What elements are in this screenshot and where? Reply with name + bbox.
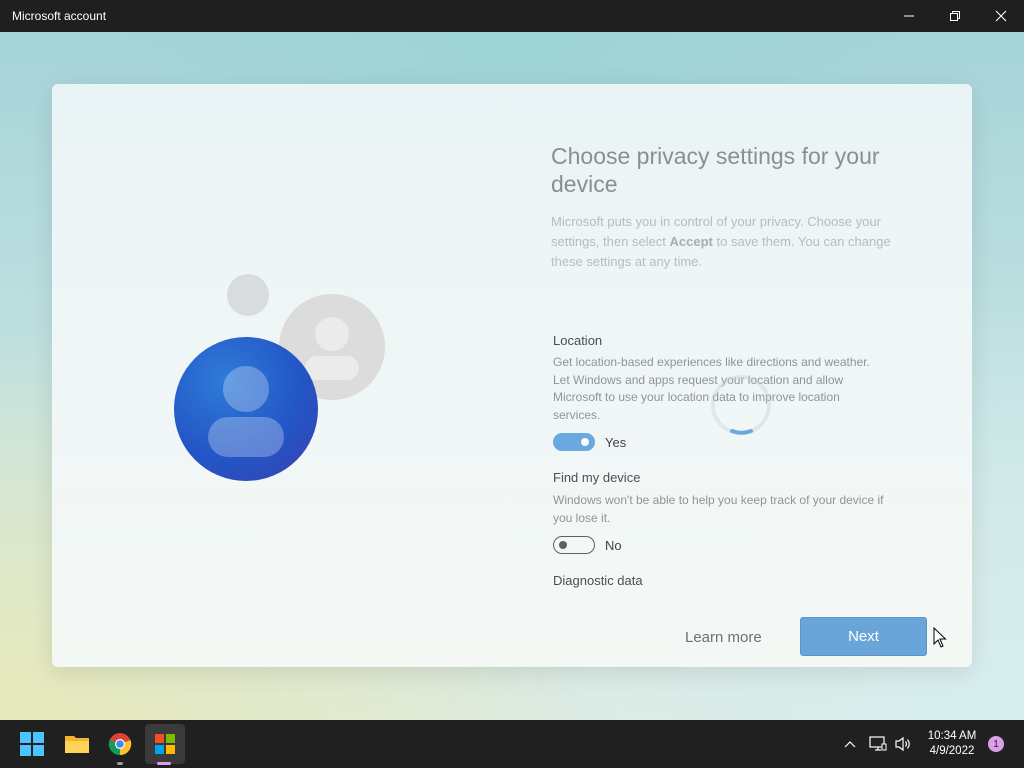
window-titlebar: Microsoft account xyxy=(0,0,1024,32)
toggle-knob xyxy=(559,540,567,549)
location-title: Location xyxy=(553,333,603,348)
microsoft-store-icon xyxy=(155,734,175,754)
location-toggle-label: Yes xyxy=(605,435,627,450)
blue-person-avatar xyxy=(174,337,318,481)
clock-time: 10:34 AM xyxy=(927,730,977,742)
page-title: Choose privacy settings for your device xyxy=(551,143,880,197)
learn-more-button[interactable]: Learn more xyxy=(685,629,762,646)
account-illustration xyxy=(172,272,392,492)
network-button[interactable] xyxy=(864,728,892,760)
volume-icon xyxy=(895,736,910,752)
find-my-device-description: Windows won't be able to help you keep t… xyxy=(553,493,884,525)
volume-button[interactable] xyxy=(890,728,916,760)
loading-spinner-icon xyxy=(711,375,771,435)
intro-accept-bold: Accept xyxy=(669,234,713,249)
microsoft-store-button[interactable] xyxy=(149,728,181,760)
chrome-button[interactable] xyxy=(104,728,136,760)
minimize-icon xyxy=(904,15,914,17)
restore-icon xyxy=(950,11,960,21)
close-icon xyxy=(995,10,1007,22)
notification-badge[interactable]: 1 xyxy=(988,736,1004,752)
person-icon xyxy=(208,366,284,457)
next-button[interactable]: Next xyxy=(800,617,927,656)
find-my-device-title: Find my device xyxy=(553,470,641,485)
window-title: Microsoft account xyxy=(12,9,107,23)
network-icon xyxy=(869,736,887,751)
mouse-cursor-icon xyxy=(933,627,947,648)
find-my-device-toggle-label: No xyxy=(605,538,622,553)
start-button[interactable] xyxy=(16,728,48,760)
file-explorer-icon xyxy=(65,736,89,753)
taskbar: 10:34 AM 4/9/2022 xyxy=(0,720,1024,768)
diagnostic-data-title: Diagnostic data xyxy=(553,573,643,588)
toggle-knob xyxy=(581,438,589,446)
location-toggle[interactable] xyxy=(553,433,595,451)
restore-button[interactable] xyxy=(932,0,978,32)
decorative-dot xyxy=(227,274,269,316)
find-my-device-toggle[interactable] xyxy=(553,536,595,554)
close-button[interactable] xyxy=(978,0,1024,32)
show-hidden-icons-button[interactable] xyxy=(835,728,865,760)
chrome-icon xyxy=(108,733,132,756)
minimize-button[interactable] xyxy=(886,0,932,32)
oobe-background: Choose privacy settings for your device … xyxy=(0,32,1024,720)
taskbar-clock[interactable]: 10:34 AM 4/9/2022 xyxy=(922,729,982,759)
chrome-running-indicator xyxy=(117,762,123,765)
active-app-indicator xyxy=(157,762,171,765)
chevron-up-icon xyxy=(844,741,856,748)
file-explorer-button[interactable] xyxy=(61,728,93,760)
clock-date: 4/9/2022 xyxy=(929,745,975,757)
privacy-intro: Microsoft puts you in control of your pr… xyxy=(551,212,921,272)
privacy-settings-card: Choose privacy settings for your device … xyxy=(52,84,972,667)
windows-start-icon xyxy=(20,732,44,756)
